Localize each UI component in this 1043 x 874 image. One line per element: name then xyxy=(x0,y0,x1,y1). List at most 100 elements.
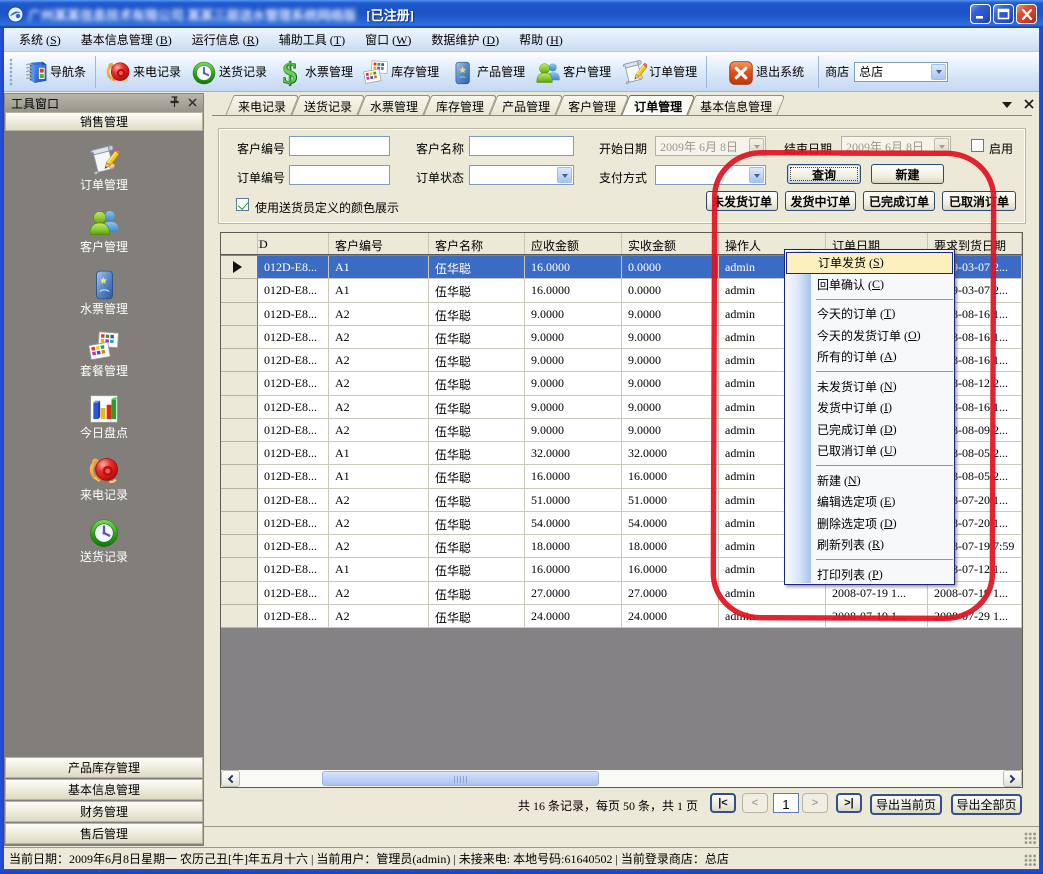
tab-库存管理[interactable]: 库存管理 xyxy=(423,95,489,116)
sidebar-item-buddies[interactable]: 客户管理 xyxy=(5,207,203,255)
tab-基本信息管理[interactable]: 基本信息管理 xyxy=(687,95,777,116)
sidebar-item-barchart[interactable]: 今日盘点 xyxy=(5,393,203,441)
close-icon[interactable] xyxy=(1024,98,1034,112)
menu-item-b[interactable]: 基本信息管理 (B) xyxy=(71,28,182,51)
cell: 18.0000 xyxy=(525,535,622,558)
tab-来电记录[interactable]: 来电记录 xyxy=(225,95,291,116)
sidebar-group-bar[interactable]: 产品库存管理 xyxy=(5,757,203,778)
export-all-pages-button[interactable]: 导出全部页 xyxy=(951,794,1022,815)
query-button[interactable]: 查询 xyxy=(787,164,861,184)
last-page-button[interactable]: >| xyxy=(836,793,862,813)
sidebar-group-bar[interactable]: 基本信息管理 xyxy=(5,779,203,800)
scroll-left-button[interactable] xyxy=(221,770,240,787)
toolbar-button-bell[interactable]: 来电记录 xyxy=(100,56,186,88)
toolbar-button-clock[interactable]: 送货记录 xyxy=(186,56,272,88)
scrollbar-thumb[interactable] xyxy=(322,771,599,786)
tab-送货记录[interactable]: 送货记录 xyxy=(291,95,357,116)
context-menu-item[interactable]: 今天的发货订单 (O) xyxy=(786,325,953,347)
chevron-down-icon[interactable] xyxy=(1002,98,1012,112)
tab-水票管理[interactable]: 水票管理 xyxy=(357,95,423,116)
context-menu-item[interactable]: 回单确认 (C) xyxy=(786,274,953,296)
chevron-down-icon[interactable] xyxy=(931,64,946,80)
context-menu-item[interactable]: 打印列表 (P) xyxy=(786,564,953,586)
column-header-4[interactable]: 实收金额 xyxy=(622,233,719,254)
cell: 54.0000 xyxy=(525,512,622,535)
toolbar-button-notebook[interactable]: 导航条 xyxy=(17,56,91,88)
grid-corner-cell[interactable] xyxy=(221,233,258,254)
end-date-picker[interactable]: 2009年 6月 8日 xyxy=(841,136,951,156)
quick-filter-button-2[interactable]: 已完成订单 xyxy=(863,191,935,211)
toolbar-button-dollar[interactable]: $$水票管理 xyxy=(272,56,358,88)
context-menu-item[interactable]: 发货中订单 (I) xyxy=(786,397,953,419)
context-menu-item[interactable]: 今天的订单 (T) xyxy=(786,303,953,325)
tool-window-header[interactable]: 工具窗口 xyxy=(4,93,204,112)
sidebar-item-pda[interactable]: 水票管理 xyxy=(5,269,203,317)
context-menu-item[interactable]: 已完成订单 (D) xyxy=(786,419,953,441)
menu-item-s[interactable]: 系统 (S) xyxy=(9,28,71,51)
maximize-button[interactable] xyxy=(993,4,1014,24)
context-menu-item[interactable]: 编辑选定项 (E) xyxy=(786,491,953,513)
sidebar-item-cards[interactable]: 套餐管理 xyxy=(5,331,203,379)
pin-icon[interactable] xyxy=(169,96,180,111)
customer-name-input[interactable] xyxy=(469,136,574,156)
new-button[interactable]: 新建 xyxy=(871,164,944,184)
sidebar-item-bell[interactable]: 来电记录 xyxy=(5,455,203,503)
toolbar-button-buddies[interactable]: 客户管理 xyxy=(530,56,616,88)
next-page-button[interactable]: > xyxy=(802,793,828,813)
context-menu-item[interactable]: 刷新列表 (R) xyxy=(786,534,953,556)
order-state-combobox[interactable] xyxy=(469,165,574,185)
title-bar[interactable]: 广州某某信息技术有限公司 某某三层送水管理系统网络版 [已注册] xyxy=(0,0,1043,28)
context-menu-item[interactable]: 新建 (N) xyxy=(786,470,953,492)
menu-item-d[interactable]: 数据维护 (D) xyxy=(421,28,509,51)
context-menu-item[interactable]: 已取消订单 (U) xyxy=(786,440,953,462)
previous-page-button[interactable]: < xyxy=(742,793,768,813)
column-header-0[interactable]: ID xyxy=(258,233,329,254)
page-number-input[interactable] xyxy=(773,793,799,813)
menu-item-r[interactable]: 运行信息 (R) xyxy=(182,28,269,51)
close-button[interactable] xyxy=(1016,4,1037,24)
minimize-button[interactable] xyxy=(970,4,991,24)
sidebar-item-scroll-pencil[interactable]: 订单管理 xyxy=(5,145,203,193)
customer-no-input[interactable] xyxy=(289,136,390,156)
store-combobox[interactable]: 总店 xyxy=(854,62,948,82)
cards-icon xyxy=(363,58,391,86)
menu-item-w[interactable]: 窗口 (W) xyxy=(355,28,421,51)
quick-filter-button-0[interactable]: 未发货订单 xyxy=(706,191,778,211)
sidebar-group-bar[interactable]: 财务管理 xyxy=(5,801,203,822)
courier-color-checkbox[interactable] xyxy=(236,198,249,211)
tab-订单管理[interactable]: 订单管理 xyxy=(621,95,687,116)
toolbar-button-exit[interactable]: 退出系统 xyxy=(723,56,814,88)
order-no-input[interactable] xyxy=(289,165,390,185)
enable-checkbox[interactable] xyxy=(971,139,984,152)
context-menu-item[interactable]: 未发货订单 (N) xyxy=(786,376,953,398)
close-icon[interactable] xyxy=(188,96,197,110)
toolbar-button-scroll-pencil[interactable]: 订单管理 xyxy=(616,56,702,88)
toolbar-button-book[interactable]: 产品管理 xyxy=(444,56,530,88)
resize-grip[interactable] xyxy=(1024,832,1037,845)
sidebar-group-bar[interactable]: 售后管理 xyxy=(5,823,203,844)
tab-产品管理[interactable]: 产品管理 xyxy=(489,95,555,116)
column-header-3[interactable]: 应收金额 xyxy=(525,233,622,254)
table-row[interactable]: 012D-E8...A2伍华聪24.000024.0000admin2008-0… xyxy=(221,605,1022,628)
start-date-picker[interactable]: 2009年 6月 8日 xyxy=(655,136,766,156)
quick-filter-button-3[interactable]: 已取消订单 xyxy=(942,191,1016,211)
context-menu-item[interactable]: 订单发货 (S) xyxy=(786,252,953,274)
quick-filter-button-1[interactable]: 发货中订单 xyxy=(785,191,856,211)
column-header-1[interactable]: 客户编号 xyxy=(329,233,429,254)
sidebar-group-sales[interactable]: 销售管理 xyxy=(5,112,203,131)
context-menu-item[interactable]: 所有的订单 (A) xyxy=(786,346,953,368)
first-page-button[interactable]: |< xyxy=(710,793,736,813)
context-menu-item[interactable]: 删除选定项 (D) xyxy=(786,513,953,535)
scroll-right-button[interactable] xyxy=(1003,770,1022,787)
resize-grip[interactable] xyxy=(1024,854,1037,867)
sidebar-item-clock[interactable]: 送货记录 xyxy=(5,517,203,565)
export-current-page-button[interactable]: 导出当前页 xyxy=(870,794,942,815)
horizontal-scrollbar[interactable] xyxy=(221,770,1022,787)
tab-客户管理[interactable]: 客户管理 xyxy=(555,95,621,116)
toolbar-button-cards[interactable]: 库存管理 xyxy=(358,56,444,88)
menu-item-t[interactable]: 辅助工具 (T) xyxy=(269,28,355,51)
menu-item-h[interactable]: 帮助 (H) xyxy=(509,28,573,51)
pay-method-combobox[interactable] xyxy=(655,165,766,185)
column-header-2[interactable]: 客户名称 xyxy=(429,233,525,254)
toolbar-grip[interactable] xyxy=(9,58,13,86)
